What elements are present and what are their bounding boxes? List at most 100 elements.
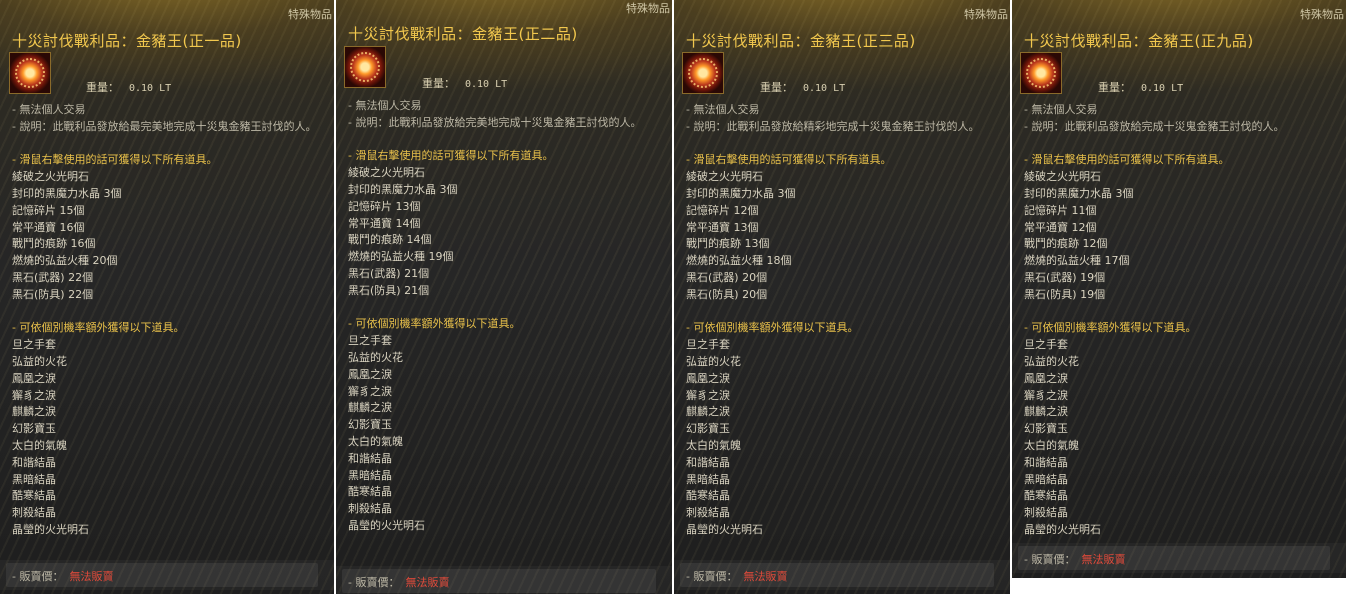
reward-item: 封印的黑魔力水晶 3個 bbox=[1024, 186, 1134, 200]
bonus-header: - 可依個別機率額外獲得以下道具。 bbox=[348, 317, 521, 331]
sell-price-value: 無法販賣 bbox=[743, 570, 788, 583]
bonus-item: 幻影寶玉 bbox=[1024, 422, 1068, 436]
trade-restriction: - 無法個人交易 bbox=[12, 103, 86, 116]
reward-item: 黑石(防具) 19個 bbox=[1024, 287, 1106, 301]
item-title: 十災討伐戰利品：金豬王(正一品) bbox=[12, 32, 242, 50]
reward-item: 常平通寶 16個 bbox=[12, 220, 85, 234]
weight-label: 重量： bbox=[1098, 81, 1131, 94]
price-bar: - 販賣價： 無法販賣 bbox=[1012, 543, 1346, 573]
reward-item: 戰鬥的痕跡 14個 bbox=[348, 233, 432, 247]
item-description: - 說明：此戰利品發放給完美地完成十災鬼金豬王討伐的人。 bbox=[348, 115, 642, 129]
reward-item: 封印的黑魔力水晶 3個 bbox=[12, 186, 122, 200]
trade-restriction: - 無法個人交易 bbox=[686, 103, 760, 116]
reward-item: 燃燒的弘益火種 18個 bbox=[686, 254, 792, 268]
reward-item: 常平通寶 12個 bbox=[1024, 220, 1097, 234]
bonus-item: 弘益的火花 bbox=[686, 354, 741, 368]
bonus-item: 酷寒結晶 bbox=[12, 489, 56, 503]
item-details: - 無法個人交易 - 說明：此戰利品發放給精彩地完成十災鬼金豬王討伐的人。 - … bbox=[686, 102, 1000, 539]
bonus-item: 黑暗結晶 bbox=[1024, 472, 1068, 486]
reward-item: 綾破之火光明石 bbox=[348, 166, 425, 180]
bonus-item: 獬豸之淚 bbox=[12, 388, 56, 402]
bonus-item: 幻影寶玉 bbox=[12, 422, 56, 436]
item-title: 十災討伐戰利品：金豬王(正九品) bbox=[1024, 32, 1254, 50]
reward-item: 黑石(武器) 19個 bbox=[1024, 270, 1106, 284]
sell-price-value: 無法販賣 bbox=[405, 576, 450, 589]
sell-price-value: 無法販賣 bbox=[1081, 553, 1126, 566]
bonus-item: 鳳凰之淚 bbox=[348, 367, 392, 381]
reward-item: 記憶碎片 11個 bbox=[1024, 203, 1097, 217]
bonus-item: 黑暗結晶 bbox=[686, 472, 730, 486]
item-tooltip-1: 特殊物品 十災討伐戰利品：金豬王(正一品) 重量： 0.10 LT - 無法個人交… bbox=[0, 0, 334, 594]
bonus-item: 旦之手套 bbox=[12, 338, 56, 352]
item-category: 特殊物品 bbox=[964, 8, 1008, 21]
sell-price-label: - 販賣價： bbox=[1024, 553, 1076, 566]
bonus-item: 幻影寶玉 bbox=[348, 418, 392, 432]
bonus-item: 旦之手套 bbox=[348, 334, 392, 348]
bonus-item: 酷寒結晶 bbox=[348, 485, 392, 499]
price-bar: - 販賣價： 無法販賣 bbox=[336, 566, 672, 594]
item-description: - 說明：此戰利品發放給完成十災鬼金豬王討伐的人。 bbox=[1024, 119, 1285, 133]
bonus-item: 麒麟之淚 bbox=[1024, 405, 1068, 419]
loot-box-icon bbox=[344, 46, 386, 88]
price-bar: - 販賣價： 無法販賣 bbox=[674, 560, 1010, 590]
reward-item: 戰鬥的痕跡 16個 bbox=[12, 237, 96, 251]
bonus-item: 獬豸之淚 bbox=[686, 388, 730, 402]
rclick-header: - 滑鼠右擊使用的話可獲得以下所有道具。 bbox=[348, 149, 554, 163]
weight-label: 重量： bbox=[86, 81, 119, 94]
item-tooltip-2: 特殊物品 十災討伐戰利品：金豬王(正二品) 重量： 0.10 LT - 無法個人交… bbox=[336, 0, 672, 594]
sell-price: - 販賣價： 無法販賣 bbox=[686, 568, 787, 584]
weight-value: 0.10 LT bbox=[803, 83, 846, 94]
item-weight: 重量： 0.10 LT bbox=[422, 75, 507, 91]
reward-item: 黑石(防具) 22個 bbox=[12, 287, 94, 301]
sell-price-label: - 販賣價： bbox=[348, 576, 400, 589]
item-title: 十災討伐戰利品：金豬王(正二品) bbox=[348, 25, 578, 43]
item-category: 特殊物品 bbox=[1300, 8, 1344, 21]
bonus-item: 弘益的火花 bbox=[348, 350, 403, 364]
item-details: - 無法個人交易 - 說明：此戰利品發放給最完美地完成十災鬼金豬王討伐的人。 -… bbox=[12, 102, 324, 539]
reward-item: 綾破之火光明石 bbox=[1024, 170, 1101, 184]
bonus-item: 酷寒結晶 bbox=[1024, 489, 1068, 503]
bonus-item: 麒麟之淚 bbox=[686, 405, 730, 419]
reward-item: 記憶碎片 13個 bbox=[348, 199, 421, 213]
bonus-item: 獬豸之淚 bbox=[1024, 388, 1068, 402]
reward-item: 常平通寶 13個 bbox=[686, 220, 759, 234]
reward-item: 黑石(武器) 22個 bbox=[12, 270, 94, 284]
sell-price: - 販賣價： 無法販賣 bbox=[1024, 551, 1125, 567]
reward-item: 黑石(防具) 20個 bbox=[686, 287, 768, 301]
bonus-item: 晶瑩的火光明石 bbox=[1024, 522, 1101, 536]
item-description: - 說明：此戰利品發放給精彩地完成十災鬼金豬王討伐的人。 bbox=[686, 119, 980, 133]
reward-item: 燃燒的弘益火種 20個 bbox=[12, 254, 118, 268]
bonus-item: 和諧結晶 bbox=[12, 455, 56, 469]
weight-label: 重量： bbox=[422, 77, 455, 90]
reward-item: 綾破之火光明石 bbox=[686, 170, 763, 184]
reward-item: 常平通寶 14個 bbox=[348, 216, 421, 230]
item-category: 特殊物品 bbox=[626, 2, 670, 15]
bonus-item: 和諧結晶 bbox=[1024, 455, 1068, 469]
bonus-item: 晶瑩的火光明石 bbox=[12, 522, 89, 536]
bonus-item: 獬豸之淚 bbox=[348, 384, 392, 398]
reward-item: 戰鬥的痕跡 12個 bbox=[1024, 237, 1108, 251]
reward-item: 戰鬥的痕跡 13個 bbox=[686, 237, 770, 251]
bonus-item: 太白的氣魄 bbox=[1024, 438, 1079, 452]
item-tooltip-3: 特殊物品 十災討伐戰利品：金豬王(正三品) 重量： 0.10 LT - 無法個人交… bbox=[674, 0, 1010, 594]
sell-price-value: 無法販賣 bbox=[69, 570, 114, 583]
item-weight: 重量： 0.10 LT bbox=[86, 79, 171, 95]
bonus-header: - 可依個別機率額外獲得以下道具。 bbox=[686, 321, 859, 335]
item-category: 特殊物品 bbox=[288, 8, 332, 21]
sell-price: - 販賣價： 無法販賣 bbox=[348, 574, 449, 590]
reward-item: 燃燒的弘益火種 19個 bbox=[348, 250, 454, 264]
loot-box-icon bbox=[682, 52, 724, 94]
bonus-item: 太白的氣魄 bbox=[686, 438, 741, 452]
bonus-item: 和諧結晶 bbox=[348, 451, 392, 465]
bonus-item: 刺殺結晶 bbox=[686, 506, 730, 520]
item-title: 十災討伐戰利品：金豬王(正三品) bbox=[686, 32, 916, 50]
loot-box-icon bbox=[9, 52, 51, 94]
weight-value: 0.10 LT bbox=[1141, 83, 1184, 94]
item-weight: 重量： 0.10 LT bbox=[760, 79, 845, 95]
bonus-item: 黑暗結晶 bbox=[12, 472, 56, 486]
reward-item: 記憶碎片 12個 bbox=[686, 203, 759, 217]
bonus-item: 酷寒結晶 bbox=[686, 489, 730, 503]
bonus-item: 太白的氣魄 bbox=[348, 434, 403, 448]
weight-value: 0.10 LT bbox=[465, 79, 508, 90]
sell-price-label: - 販賣價： bbox=[686, 570, 738, 583]
